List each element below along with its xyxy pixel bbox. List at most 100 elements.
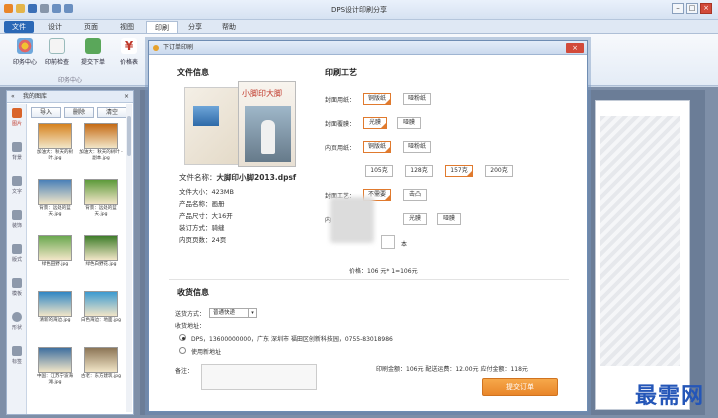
gallery-actions: 导入 删除 清空 — [31, 107, 127, 118]
site-watermark: 最需网 — [634, 383, 704, 409]
inner-craft-matte[interactable]: 哑膜 — [437, 213, 461, 225]
cover-coating-gloss[interactable]: 光膜 — [363, 117, 387, 129]
menu-file[interactable]: 文件 — [4, 21, 34, 33]
dialog-close-button[interactable]: × — [566, 43, 584, 53]
shape-icon — [12, 312, 22, 322]
delivery-label: 送货方式： — [175, 311, 206, 318]
weight-128[interactable]: 128克 — [405, 165, 433, 177]
address-radio-new[interactable] — [179, 347, 186, 354]
gallery-thumbnail[interactable]: 背景：远处的蓝天.jpg — [79, 179, 123, 218]
quantity-input[interactable] — [381, 235, 395, 249]
gallery-thumbnail[interactable]: 背景：远处的蓝天.jpg — [33, 179, 77, 218]
gallery-panel: « 我的图库 × 图片 背景 文字 装饰 版式 模板 形状 标签 导入 删除 清… — [6, 90, 134, 415]
side-tab-image[interactable]: 图片 — [8, 108, 26, 127]
shipping-title: 收货信息 — [177, 288, 209, 297]
gallery-thumbnail[interactable]: 白色海边：地面.jpg — [79, 291, 123, 324]
cover-photo — [245, 106, 291, 162]
import-button[interactable]: 导入 — [31, 107, 61, 118]
weight-200[interactable]: 200克 — [485, 165, 513, 177]
new-address-label: 使用新地址 — [191, 349, 222, 356]
cover-front: 小脚印大脚 — [238, 81, 296, 167]
gallery-thumbnail[interactable]: 绿色田野.jpg — [33, 235, 77, 268]
collapse-icon[interactable]: « — [11, 91, 15, 103]
blurred-region — [330, 197, 374, 243]
dialog-icon — [153, 45, 159, 51]
menu-view[interactable]: 视图 — [112, 21, 142, 33]
order-totals: 印刷金额：106元 配送运费：12.00元 应付金额：118元 — [376, 366, 528, 373]
product-name: 产品名称：画册 — [179, 200, 225, 208]
thumbnail-caption: 绿色田野.jpg — [41, 262, 69, 267]
dialog-title-bar: 下订单印刷 × — [149, 41, 587, 55]
side-tab-label[interactable]: 标签 — [8, 346, 26, 365]
page-texture — [600, 116, 680, 366]
menu-share[interactable]: 分享 — [180, 21, 210, 33]
scroll-thumb[interactable] — [127, 116, 131, 156]
menu-bar: 文件 设计 页面 视图 印刷 分享 帮助 — [0, 20, 718, 34]
submit-order-button[interactable]: 提交下单 — [78, 38, 108, 66]
side-tab-text[interactable]: 文字 — [8, 176, 26, 195]
gallery-thumbnail[interactable]: 加油大：秋天的树叶 - 副本.jpg — [79, 123, 123, 162]
close-window-button[interactable]: × — [700, 3, 712, 14]
price-list-button[interactable]: ¥ 价格表 — [114, 38, 144, 66]
price-text: 价格：106 元* 1=106元 — [349, 268, 418, 275]
inner-paper-coated[interactable]: 铜版纸 — [363, 141, 391, 153]
address-radio-default[interactable] — [179, 334, 186, 341]
gallery-thumbnail[interactable]: 清新的海边.jpg — [33, 291, 77, 324]
menu-page[interactable]: 页面 — [76, 21, 106, 33]
side-tab-background[interactable]: 背景 — [8, 142, 26, 161]
star-icon — [12, 346, 22, 356]
side-tab-layout[interactable]: 版式 — [8, 244, 26, 263]
print-center-icon — [17, 38, 33, 54]
quantity-unit: 本 — [401, 241, 408, 248]
cover-coating-label: 封面覆膜： — [325, 121, 356, 128]
gallery-thumbnail[interactable]: 中国：江苏宁波海滩.jpg — [33, 347, 77, 386]
menu-design[interactable]: 设计 — [40, 21, 70, 33]
cover-preview: 小脚印大脚 — [184, 81, 296, 169]
cover-coating-matte[interactable]: 哑膜 — [397, 117, 421, 129]
side-tab-template[interactable]: 模板 — [8, 278, 26, 297]
inner-paper-label: 内页用纸： — [325, 145, 356, 152]
gallery-thumbnail[interactable]: 绿色白野花.jpg — [79, 235, 123, 268]
product-size: 产品尺寸：大16开 — [179, 212, 233, 220]
inner-paper-matte[interactable]: 哑粉纸 — [403, 141, 431, 153]
file-name: 文件名称：大脚印小脚2013.dpsf — [179, 173, 297, 182]
thumbnail-caption: 中国：江苏宁波海滩.jpg — [37, 374, 73, 385]
submit-order-dialog-button[interactable]: 提交订单 — [482, 378, 558, 396]
maximize-button[interactable]: □ — [686, 3, 698, 14]
text-icon — [12, 176, 22, 186]
menu-help[interactable]: 帮助 — [214, 21, 244, 33]
minimize-button[interactable]: – — [672, 3, 684, 14]
thumbnail-caption: 背景：远处的蓝天.jpg — [85, 206, 117, 217]
gallery-thumbnail[interactable]: 加油大：秋天的树叶.jpg — [33, 123, 77, 162]
thumbnail-image — [38, 179, 72, 205]
delivery-select[interactable]: 普通快递 ▾ — [209, 308, 257, 318]
preflight-button[interactable]: 印前检查 — [42, 38, 72, 66]
title-bar: DPS设计印刷分享 – □ × — [0, 0, 718, 20]
weight-157[interactable]: 157克 — [445, 165, 473, 177]
app-title: DPS设计印刷分享 — [330, 6, 388, 14]
inner-craft-gloss[interactable]: 光膜 — [403, 213, 427, 225]
weight-105[interactable]: 105克 — [365, 165, 393, 177]
order-icon — [85, 38, 101, 54]
thumbnail-caption: 古老：东方建筑.jpg — [81, 374, 121, 379]
side-tab-decor[interactable]: 装饰 — [8, 210, 26, 229]
cover-paper-coated[interactable]: 铜版纸 — [363, 93, 391, 105]
gallery-side-tabs: 图片 背景 文字 装饰 版式 模板 形状 标签 — [7, 104, 27, 414]
thumbnail-image — [38, 347, 72, 373]
thumbnail-image — [84, 123, 118, 149]
gallery-thumbnail[interactable]: 古老：东方建筑.jpg — [79, 347, 123, 380]
note-input[interactable] — [201, 364, 317, 390]
close-panel-icon[interactable]: × — [124, 91, 129, 103]
clear-button[interactable]: 清空 — [97, 107, 127, 118]
delete-button[interactable]: 删除 — [64, 107, 94, 118]
cover-craft-emboss[interactable]: 击凸 — [403, 189, 427, 201]
divider — [169, 279, 569, 280]
print-center-button[interactable]: 印务中心 — [10, 38, 40, 66]
menu-print[interactable]: 印刷 — [146, 21, 178, 33]
cover-paper-matte[interactable]: 哑粉纸 — [403, 93, 431, 105]
inner-pages: 内页页数：24页 — [179, 236, 227, 244]
gallery-scrollbar[interactable] — [126, 104, 132, 412]
window-controls: – □ × — [672, 3, 712, 14]
template-icon — [12, 278, 22, 288]
side-tab-shape[interactable]: 形状 — [8, 312, 26, 331]
